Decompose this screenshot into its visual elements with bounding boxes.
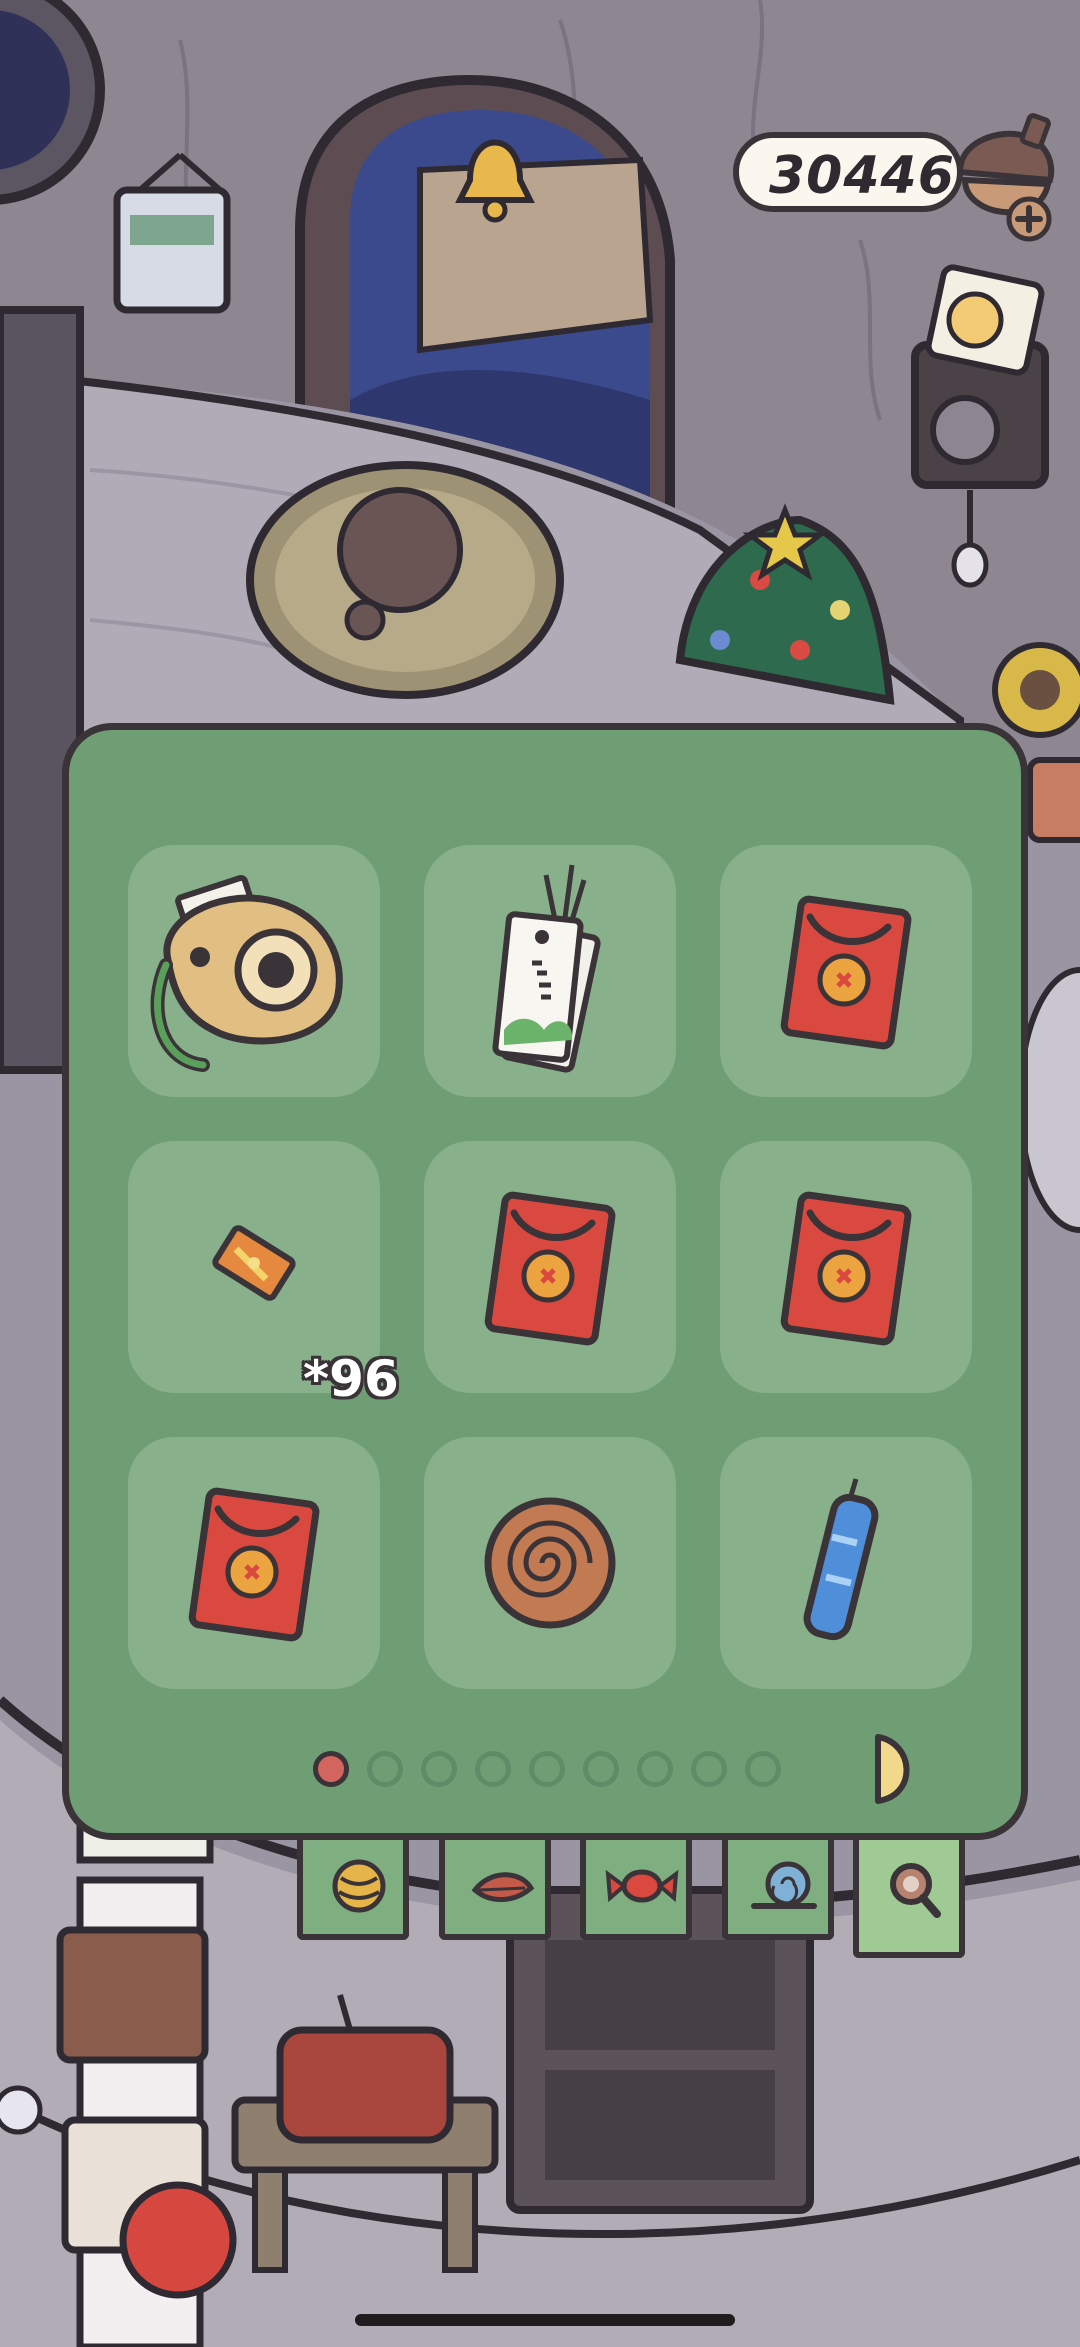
- page-dot-8[interactable]: [691, 1751, 727, 1787]
- page-dot-1[interactable]: [313, 1751, 349, 1787]
- page-dot-3[interactable]: [421, 1751, 457, 1787]
- instant-camera-icon: [150, 874, 343, 1072]
- red-envelope-icon: [780, 895, 912, 1050]
- red-envelope-icon: [484, 1191, 616, 1346]
- inventory-panel: *96: [62, 723, 1028, 1840]
- snail-icon: [751, 1861, 817, 1909]
- leaf-icon: [471, 1872, 535, 1903]
- blue-firecracker-icon: [803, 1478, 879, 1641]
- page-dot-6[interactable]: [583, 1751, 619, 1787]
- item-count: *96: [303, 1350, 399, 1408]
- page-dot-4[interactable]: [475, 1751, 511, 1787]
- inventory-slot-3[interactable]: [720, 845, 972, 1097]
- tab-snail[interactable]: [722, 1840, 834, 1940]
- inventory-slot-5[interactable]: [424, 1141, 676, 1393]
- currency-value: 30446: [769, 146, 955, 206]
- red-envelope-icon: [780, 1191, 912, 1346]
- inventory-slot-6[interactable]: [720, 1141, 972, 1393]
- inventory-slot-1[interactable]: [128, 845, 380, 1097]
- red-envelope-icon: [188, 1487, 320, 1642]
- inventory-slot-8[interactable]: [424, 1437, 676, 1689]
- inventory-slot-2[interactable]: [424, 845, 676, 1097]
- page-dot-5[interactable]: [529, 1751, 565, 1787]
- yarn-ball-icon: [332, 1859, 386, 1913]
- swirl-cookie-icon: [484, 1497, 616, 1629]
- tab-search[interactable]: [853, 1840, 965, 1958]
- page-dot-9[interactable]: [745, 1751, 781, 1787]
- bookmark-tags-icon: [492, 864, 601, 1073]
- inventory-slot-9[interactable]: [720, 1437, 972, 1689]
- tab-yarn[interactable]: [297, 1840, 409, 1940]
- rug-acorn: [246, 461, 564, 699]
- inventory-slot-7[interactable]: [128, 1437, 380, 1689]
- page-dot-7[interactable]: [637, 1751, 673, 1787]
- page-dot-2[interactable]: [367, 1751, 403, 1787]
- inventory-slot-4[interactable]: *96: [128, 1141, 399, 1408]
- plus-icon[interactable]: [1005, 195, 1053, 243]
- home-indicator[interactable]: [355, 2314, 735, 2326]
- currency-counter[interactable]: 30446: [733, 132, 963, 212]
- tab-candy[interactable]: [580, 1840, 692, 1940]
- candy-icon: [605, 1869, 679, 1903]
- tab-leaf[interactable]: [439, 1840, 551, 1940]
- next-page-arrow-icon[interactable]: [874, 1733, 918, 1805]
- magnifier-icon: [890, 1863, 941, 1918]
